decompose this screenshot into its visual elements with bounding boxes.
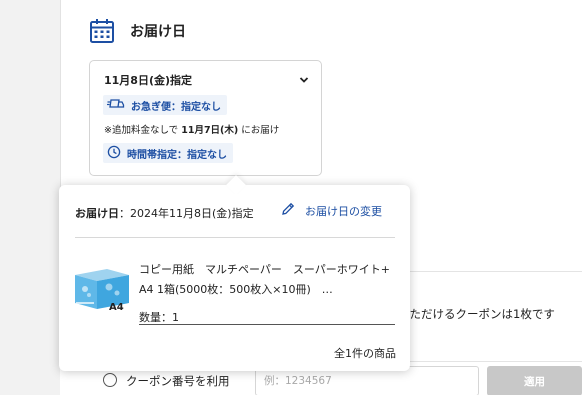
clock-icon <box>107 145 127 162</box>
pencil-icon <box>280 201 296 221</box>
quantity-value: 1 <box>172 311 179 324</box>
coupon-label: クーポン番号を利用 <box>126 374 230 388</box>
coupon-radio[interactable] <box>103 373 117 387</box>
note-suffix: にお届け <box>241 125 280 136</box>
quantity-label: 数量： <box>139 311 172 324</box>
apply-button[interactable]: 適用 <box>487 366 582 395</box>
express-label: お急ぎ便：指定なし <box>131 101 221 113</box>
product-image-label: A4 <box>109 302 124 313</box>
delivery-popover: お届け日：2024年11月8日(金)指定 お届け日の変更 A4 コピー用紙 マル… <box>59 185 410 371</box>
delivery-note: ※追加料金なしで 11月7日(木) にお届け <box>104 122 279 136</box>
chevron-down-icon <box>299 74 309 87</box>
change-date-link[interactable]: お届け日の変更 <box>280 202 382 220</box>
divider <box>139 324 395 325</box>
note-date: 11月7日(木) <box>181 125 239 136</box>
popover-date-value: ：2024年11月8日(金)指定 <box>119 207 254 220</box>
express-delivery-chip: お急ぎ便：指定なし <box>103 95 227 115</box>
product-image: A4 <box>73 261 131 317</box>
change-date-text: お届け日の変更 <box>305 205 382 218</box>
delivery-date-box: 11月8日(金)指定 お急ぎ便：指定なし ※追加料金なしで 11月7日(木) に… <box>89 60 322 176</box>
selected-date: 11月8日(金)指定 <box>104 74 193 87</box>
popover-date-label: お届け日 <box>75 207 119 220</box>
divider <box>75 237 395 238</box>
timeslot-label: 時間帯指定：指定なし <box>127 149 227 161</box>
section-title: お届け日 <box>130 24 186 40</box>
item-count: 全1件の商品 <box>334 347 396 360</box>
calendar-icon <box>88 17 116 45</box>
note-prefix: ※追加料金なしで <box>104 125 179 136</box>
delivery-date-select[interactable]: 11月8日(金)指定 <box>104 72 309 88</box>
truck-icon <box>107 98 131 113</box>
delivery-date-header: お届け日 <box>88 16 186 46</box>
timeslot-chip: 時間帯指定：指定なし <box>103 143 233 163</box>
divider <box>398 271 582 272</box>
product-name: コピー用紙 マルチペーパー スーパーホワイト+ A4 1箱(5000枚：500枚… <box>139 263 401 296</box>
popover-date: お届け日：2024年11月8日(金)指定 <box>75 205 254 221</box>
coupon-info-text: いただけるクーポンは1枚です <box>398 307 555 321</box>
product-quantity: 数量：1 <box>139 309 179 325</box>
